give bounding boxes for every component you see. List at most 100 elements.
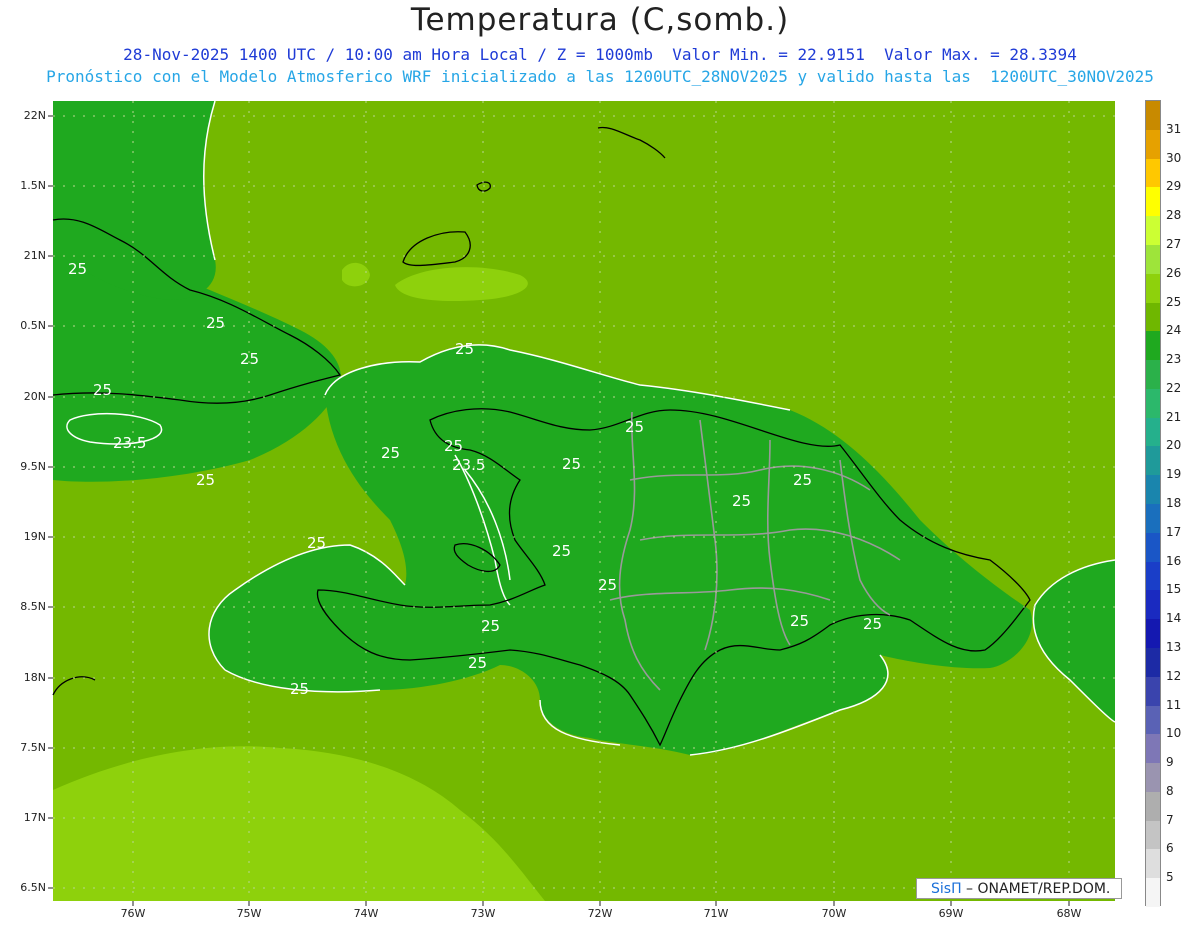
colorbar-label: 7 xyxy=(1166,812,1174,827)
colorbar-label: 31 xyxy=(1166,121,1182,136)
colorbar-label: 25 xyxy=(1166,294,1182,309)
colorbar-label: 21 xyxy=(1166,409,1182,424)
lat-label: 1.5N xyxy=(20,179,46,192)
lat-label: 18N xyxy=(23,671,46,684)
colorbar-segment xyxy=(1146,360,1160,390)
colorbar-segment xyxy=(1146,763,1160,793)
contour-label: 23.5 xyxy=(113,434,146,452)
contour-label: 25 xyxy=(562,455,581,473)
contour-label: 25 xyxy=(240,350,259,368)
lon-label: 71W xyxy=(703,907,729,920)
colorbar-label: 20 xyxy=(1166,438,1182,453)
colorbar-segment xyxy=(1146,417,1160,447)
contour-label: 25 xyxy=(290,680,309,698)
lat-label: 17N xyxy=(23,811,46,824)
temperature-map: 25 25 25 23.5 25 25 25 25 23.5 25 25 25 … xyxy=(48,100,1116,906)
colorbar-label: 26 xyxy=(1166,265,1182,280)
lat-label: 20N xyxy=(23,390,46,403)
contour-label: 25 xyxy=(381,444,400,462)
colorbar-label: 8 xyxy=(1166,783,1174,798)
colorbar-segment xyxy=(1146,619,1160,649)
contour-label: 25 xyxy=(793,471,812,489)
colorbar-label: 30 xyxy=(1166,150,1182,165)
colorbar-segment xyxy=(1146,561,1160,591)
contour-label: 25 xyxy=(196,471,215,489)
lat-label: 21N xyxy=(23,249,46,262)
lon-label: 73W xyxy=(470,907,496,920)
colorbar-segment xyxy=(1146,705,1160,735)
credit-box: SisΠ – ONAMET/REP.DOM. xyxy=(916,878,1122,899)
colorbar xyxy=(1145,100,1161,908)
contour-label: 25 xyxy=(790,612,809,630)
lat-label: 6.5N xyxy=(20,881,46,894)
contour-label: 25 xyxy=(206,314,225,332)
contour-label: 25 xyxy=(455,340,474,358)
colorbar-segment xyxy=(1146,532,1160,563)
colorbar-label: 12 xyxy=(1166,668,1182,683)
credit-text: – ONAMET/REP.DOM. xyxy=(961,881,1111,897)
colorbar-label: 29 xyxy=(1166,179,1182,194)
colorbar-segment xyxy=(1146,187,1160,217)
lat-label: 8.5N xyxy=(20,600,46,613)
colorbar-label: 9 xyxy=(1166,755,1174,770)
colorbar-label: 14 xyxy=(1166,611,1182,626)
contour-label: 25 xyxy=(93,381,112,399)
contour-label: 25 xyxy=(468,654,487,672)
colorbar-segment xyxy=(1146,734,1160,764)
colorbar-label: 22 xyxy=(1166,380,1182,395)
colorbar-segment xyxy=(1146,820,1160,850)
colorbar-label: 19 xyxy=(1166,467,1182,482)
colorbar-label: 18 xyxy=(1166,496,1182,510)
colorbar-label: 6 xyxy=(1166,841,1174,856)
lon-label: 76W xyxy=(120,907,146,920)
colorbar-segment xyxy=(1146,676,1160,706)
colorbar-label: 5 xyxy=(1166,870,1174,885)
colorbar-segment xyxy=(1146,388,1160,419)
contour-label: 25 xyxy=(625,418,644,436)
contour-label: 25 xyxy=(863,615,882,633)
colorbar-segment xyxy=(1146,475,1160,505)
colorbar-label: 15 xyxy=(1166,582,1182,597)
colorbar-segment xyxy=(1146,302,1160,332)
colorbar-segment xyxy=(1146,101,1160,131)
colorbar-label: 13 xyxy=(1166,639,1182,654)
colorbar-segment xyxy=(1146,647,1160,678)
colorbar-label: 11 xyxy=(1166,697,1182,712)
lat-label: 9.5N xyxy=(20,460,46,473)
colorbar-label: 23 xyxy=(1166,352,1182,367)
colorbar-label: 10 xyxy=(1166,726,1182,741)
lat-label: 22N xyxy=(23,109,46,122)
colorbar-label: 16 xyxy=(1166,553,1182,568)
lon-label: 70W xyxy=(821,907,847,920)
colorbar-label: 28 xyxy=(1166,208,1182,223)
lon-label: 72W xyxy=(587,907,613,920)
lat-label: 19N xyxy=(23,530,46,543)
lon-label: 75W xyxy=(236,907,262,920)
colorbar-segment xyxy=(1146,791,1160,822)
colorbar-segment xyxy=(1146,158,1160,188)
lat-label: 7.5N xyxy=(20,741,46,754)
colorbar-segment xyxy=(1146,849,1160,879)
contour-label: 25 xyxy=(68,260,87,278)
credit-brand: SisΠ xyxy=(931,881,962,897)
lon-label: 68W xyxy=(1056,907,1082,920)
colorbar-segment xyxy=(1146,273,1160,303)
colorbar-segment xyxy=(1146,878,1160,908)
contour-label: 25 xyxy=(444,437,463,455)
colorbar-segment xyxy=(1146,216,1160,246)
contour-label: 23.5 xyxy=(452,456,485,474)
colorbar-segment xyxy=(1146,590,1160,620)
colorbar-label: 17 xyxy=(1166,524,1182,539)
contour-label: 25 xyxy=(552,542,571,560)
lon-label: 74W xyxy=(353,907,379,920)
colorbar-segment xyxy=(1146,244,1160,275)
lon-label: 69W xyxy=(938,907,964,920)
colorbar-segment xyxy=(1146,504,1160,534)
contour-label: 25 xyxy=(598,576,617,594)
colorbar-segment xyxy=(1146,446,1160,476)
contour-label: 25 xyxy=(732,492,751,510)
contour-label: 25 xyxy=(481,617,500,635)
colorbar-segment xyxy=(1146,331,1160,361)
colorbar-label: 24 xyxy=(1166,323,1182,338)
colorbar-segment xyxy=(1146,129,1160,160)
